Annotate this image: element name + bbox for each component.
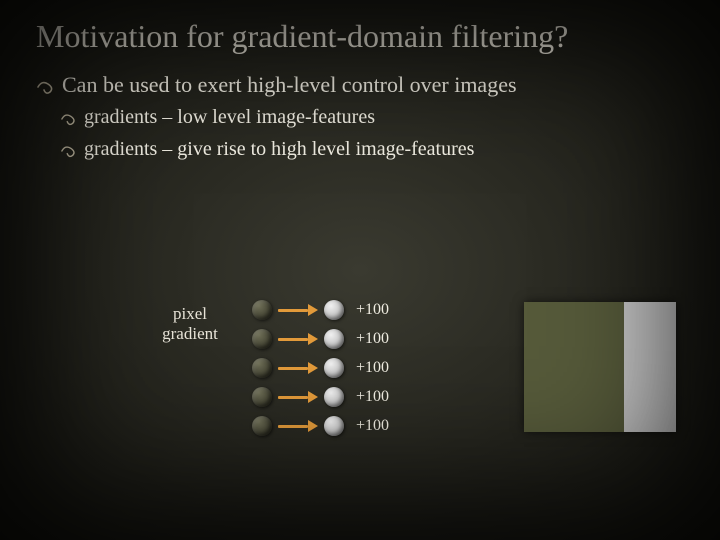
main-bullet-text: Can be used to exert high-level control … [62, 71, 690, 99]
swirl-icon [60, 108, 78, 134]
result-light-region [624, 302, 676, 432]
gradient-value: +100 [356, 359, 398, 377]
diagram-row: +100 [252, 358, 398, 378]
light-pixel-circle [324, 387, 344, 407]
light-pixel-circle [324, 358, 344, 378]
dark-pixel-circle [252, 300, 272, 320]
arrow-icon [278, 420, 318, 432]
diagram-rows: +100 +100 +100 +100 +100 [252, 300, 398, 436]
diagram-row: +100 [252, 387, 398, 407]
gradient-diagram: pixel gradient +100 +100 +100 +100 [140, 300, 398, 436]
sub-bullet-2: gradients – give rise to high level imag… [0, 134, 720, 166]
gradient-value: +100 [356, 417, 398, 435]
result-image [524, 302, 676, 432]
swirl-icon [36, 75, 56, 103]
light-pixel-circle [324, 416, 344, 436]
swirl-icon [60, 140, 78, 166]
diagram-label-line1: pixel [173, 304, 207, 323]
gradient-value: +100 [356, 330, 398, 348]
dark-pixel-circle [252, 329, 272, 349]
dark-pixel-circle [252, 358, 272, 378]
gradient-value: +100 [356, 388, 398, 406]
arrow-icon [278, 362, 318, 374]
result-dark-region [524, 302, 624, 432]
sub-bullet-1: gradients – low level image-features [0, 102, 720, 134]
sub-bullet-text: gradients – give rise to high level imag… [84, 136, 690, 162]
diagram-row: +100 [252, 329, 398, 349]
sub-bullet-text: gradients – low level image-features [84, 104, 690, 130]
diagram-label: pixel gradient [140, 304, 240, 343]
arrow-icon [278, 333, 318, 345]
diagram-label-line2: gradient [162, 324, 218, 343]
slide-title: Motivation for gradient-domain filtering… [0, 0, 720, 61]
arrow-icon [278, 304, 318, 316]
gradient-value: +100 [356, 301, 398, 319]
dark-pixel-circle [252, 387, 272, 407]
main-bullet: Can be used to exert high-level control … [0, 61, 720, 103]
light-pixel-circle [324, 329, 344, 349]
light-pixel-circle [324, 300, 344, 320]
arrow-icon [278, 391, 318, 403]
diagram-row: +100 [252, 416, 398, 436]
dark-pixel-circle [252, 416, 272, 436]
diagram-row: +100 [252, 300, 398, 320]
